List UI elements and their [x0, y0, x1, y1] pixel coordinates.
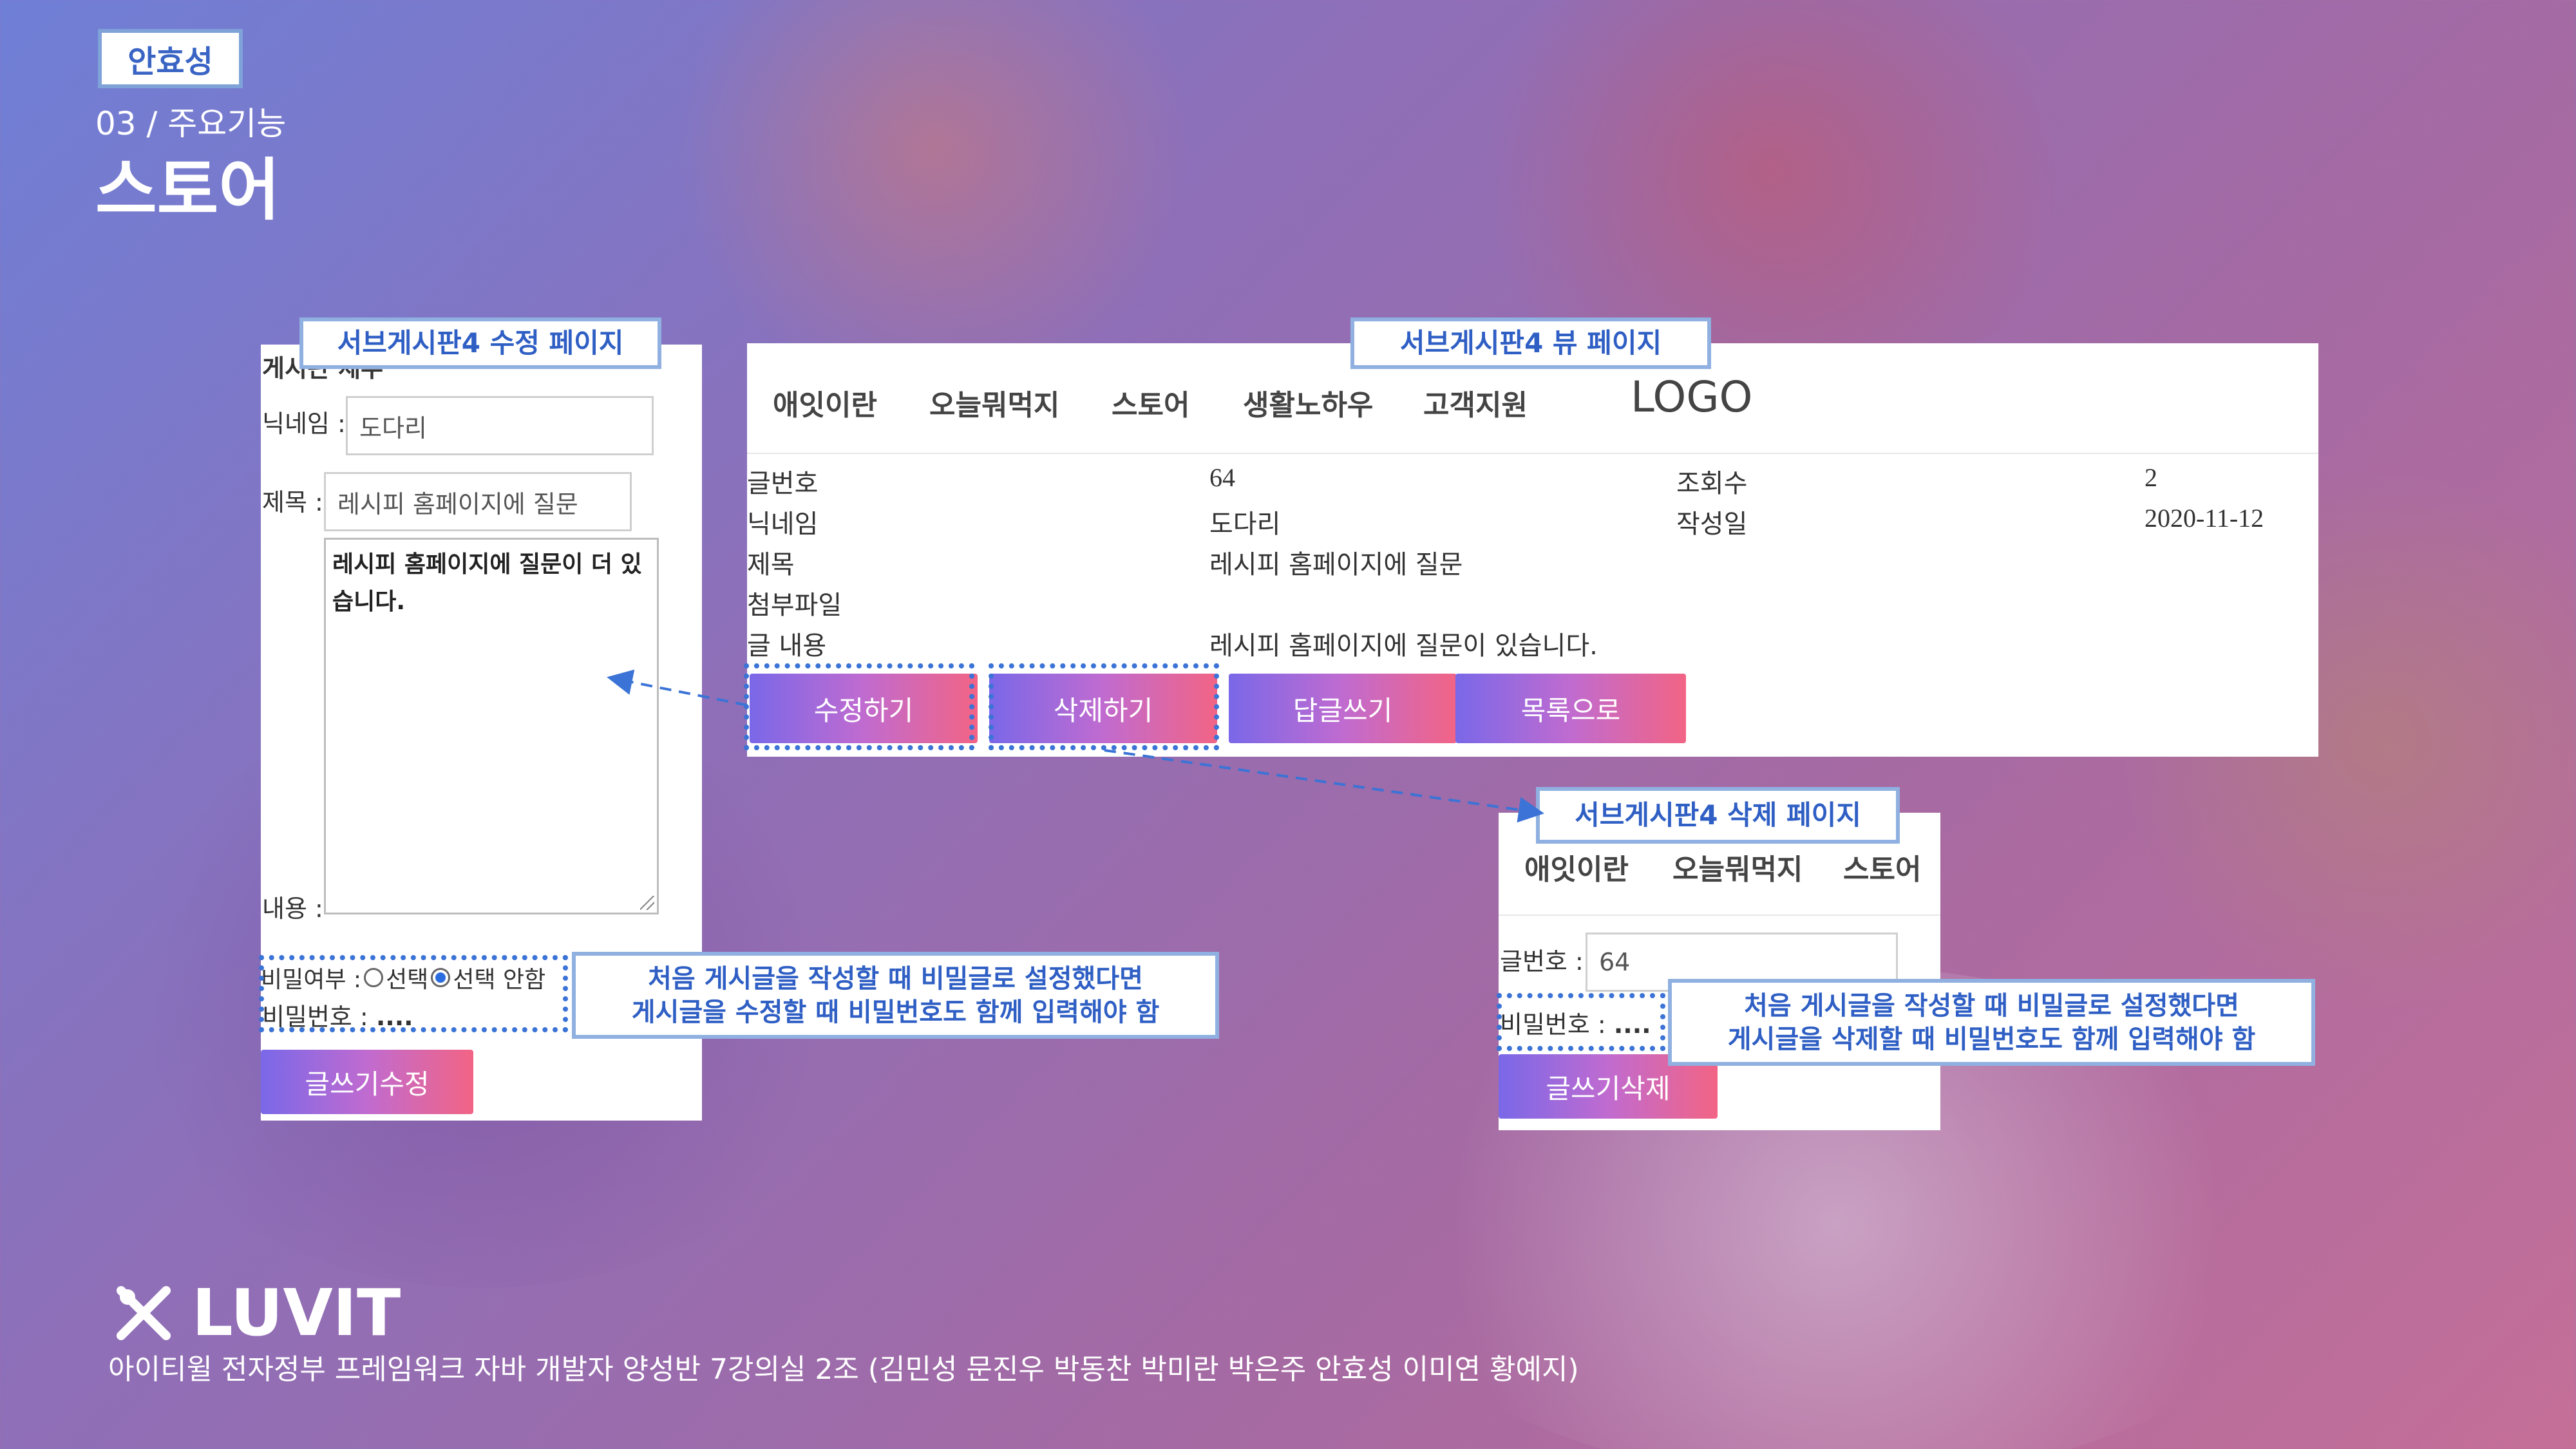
utensils-icon — [117, 1285, 171, 1340]
brand-name: LUVIT — [192, 1275, 401, 1350]
arrow-edit — [607, 669, 748, 706]
brand-logo: LUVIT — [115, 1275, 401, 1350]
connector-arrows — [607, 669, 1544, 823]
arrow-delete — [1104, 749, 1544, 823]
footer-credits: 아이티윌 전자정부 프레임워크 자바 개발자 양성반 7강의실 2조 (김민성 … — [108, 1353, 1579, 1386]
